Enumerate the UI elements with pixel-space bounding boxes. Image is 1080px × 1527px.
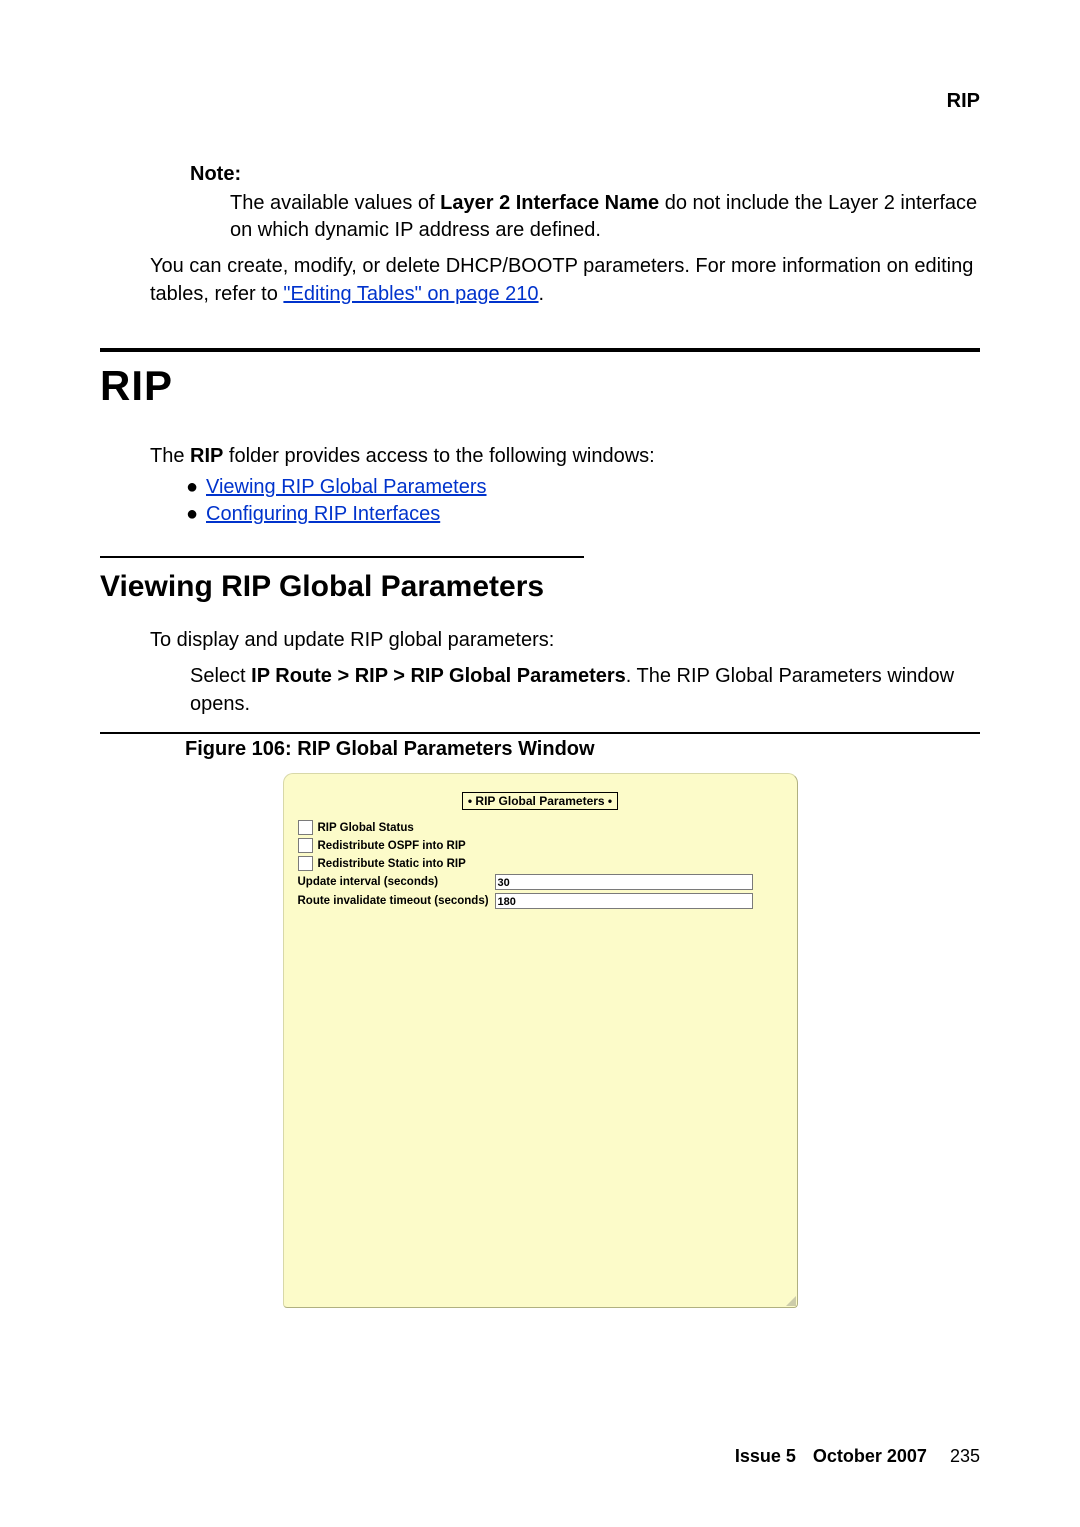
label-redist-static: Redistribute Static into RIP	[318, 858, 466, 870]
window-title: • RIP Global Parameters •	[462, 792, 618, 810]
checkbox-global-status[interactable]	[298, 820, 313, 835]
intro-pre: The	[150, 445, 190, 467]
intro-paragraph: The RIP folder provides access to the fo…	[150, 442, 980, 470]
label-global-status: RIP Global Status	[318, 822, 414, 834]
list-item: Viewing RIP Global Parameters	[190, 476, 980, 499]
link-list: Viewing RIP Global Parameters Configurin…	[190, 476, 980, 526]
resize-grip-icon[interactable]	[786, 1296, 796, 1306]
note-label: Note:	[190, 163, 980, 186]
link-editing-tables[interactable]: "Editing Tables" on page 210	[283, 283, 538, 305]
intro-post: folder provides access to the following …	[223, 445, 654, 467]
note-pre: The available values of	[230, 192, 440, 214]
footer-issue: Issue 5	[735, 1446, 796, 1466]
page-footer: Issue 5 October 2007 235	[735, 1446, 980, 1467]
footer-page: 235	[950, 1446, 980, 1466]
input-route-invalidate[interactable]: 180	[495, 893, 753, 909]
heading-rip: RIP	[100, 362, 980, 410]
step-select: Select IP Route > RIP > RIP Global Param…	[190, 662, 980, 718]
checkbox-redist-static[interactable]	[298, 856, 313, 871]
figure-caption: Figure 106: RIP Global Parameters Window	[185, 738, 980, 761]
subsection-divider	[100, 556, 584, 558]
intro-bold: RIP	[190, 445, 223, 467]
label-update-interval: Update interval (seconds)	[298, 876, 495, 888]
note-body: The available values of Layer 2 Interfac…	[230, 190, 980, 244]
figure-divider	[100, 732, 980, 734]
section-header: RIP	[100, 90, 980, 113]
step-bold: IP Route > RIP > RIP Global Parameters	[251, 665, 626, 687]
heading-view-global: Viewing RIP Global Parameters	[100, 570, 980, 604]
input-update-interval[interactable]: 30	[495, 874, 753, 890]
checkbox-redist-ospf[interactable]	[298, 838, 313, 853]
section-divider	[100, 348, 980, 352]
label-redist-ospf: Redistribute OSPF into RIP	[318, 840, 466, 852]
step-pre: Select	[190, 665, 251, 687]
paragraph-edit-tables: You can create, modify, or delete DHCP/B…	[150, 252, 980, 308]
para1-pre: You can create, modify, or delete DHCP/B…	[150, 255, 973, 305]
list-item: Configuring RIP Interfaces	[190, 503, 980, 526]
label-route-invalidate: Route invalidate timeout (seconds)	[298, 895, 495, 907]
rip-global-window: • RIP Global Parameters • RIP Global Sta…	[283, 773, 798, 1308]
footer-date: October 2007	[813, 1446, 927, 1466]
para1-post: .	[539, 283, 545, 305]
note-bold: Layer 2 Interface Name	[440, 192, 659, 214]
link-view-global[interactable]: Viewing RIP Global Parameters	[206, 476, 487, 498]
sub-intro: To display and update RIP global paramet…	[150, 626, 980, 654]
link-config-interfaces[interactable]: Configuring RIP Interfaces	[206, 503, 440, 525]
